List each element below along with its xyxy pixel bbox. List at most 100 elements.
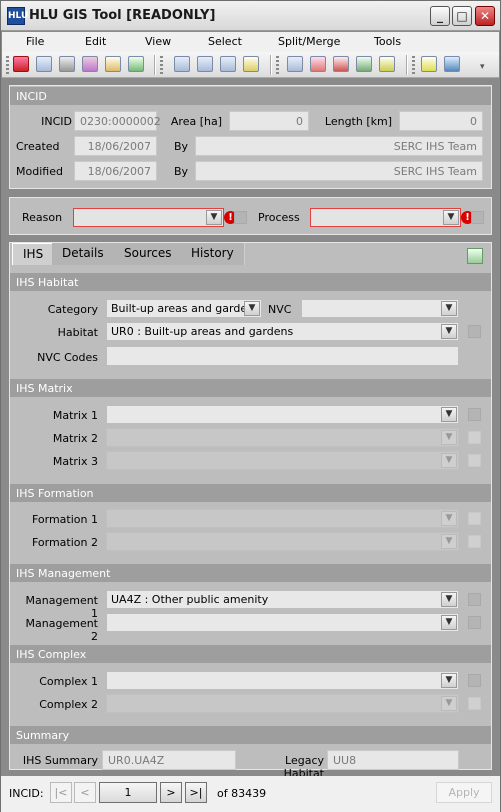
menu-edit[interactable]: Edit	[85, 35, 106, 48]
window-single-icon[interactable]	[174, 56, 190, 72]
chevron-down-icon[interactable]: ▼	[206, 210, 222, 225]
formation-2-checkbox[interactable]	[468, 535, 481, 548]
stop-edit-icon[interactable]	[13, 56, 29, 72]
apply-button[interactable]: Apply	[436, 782, 492, 803]
filter-icon[interactable]	[379, 56, 395, 72]
toolbar-overflow-icon[interactable]: ▾	[480, 62, 485, 72]
record-navigator: INCID: |< < 1 > >| of 83439 Apply	[1, 776, 500, 812]
tab-history[interactable]: History	[181, 243, 245, 265]
select-by-map-icon[interactable]	[310, 56, 326, 72]
reason-select[interactable]: ▼	[73, 208, 224, 227]
matrix-1-select[interactable]: ▼	[106, 405, 459, 424]
incid-field[interactable]: 0230:0000002	[74, 111, 161, 131]
title-bar[interactable]: HLU HLU GIS Tool [READONLY] _ □ ✕	[1, 1, 500, 31]
formation-1-select[interactable]: ▼	[106, 509, 459, 528]
chevron-down-icon[interactable]: ▼	[441, 301, 457, 316]
menu-select[interactable]: Select	[208, 35, 242, 48]
ihs-management-header: IHS Management	[10, 564, 491, 582]
created-date-field[interactable]: 18/06/2007	[74, 136, 157, 156]
chevron-down-icon[interactable]: ▼	[441, 673, 457, 688]
process-select[interactable]: ▼	[310, 208, 461, 227]
clear-selection-icon[interactable]	[333, 56, 349, 72]
toolbar-grip[interactable]	[6, 56, 9, 74]
toolbar-separator	[406, 55, 408, 75]
habitat-checkbox[interactable]	[468, 325, 481, 338]
matrix-3-select[interactable]: ▼	[106, 451, 459, 470]
last-record-button[interactable]: >|	[185, 782, 207, 803]
nvc-select[interactable]: ▼	[301, 299, 459, 318]
ihs-summary-label: IHS Summary	[22, 754, 98, 767]
menu-file[interactable]: File	[26, 35, 44, 48]
paste-icon[interactable]	[105, 56, 121, 72]
tab-details[interactable]: Details	[52, 243, 115, 265]
formation-2-select[interactable]: ▼	[106, 532, 459, 551]
ihs-summary-field[interactable]: UR0.UA4Z	[102, 750, 236, 770]
complex-1-checkbox[interactable]	[468, 674, 481, 687]
maximize-button[interactable]: □	[452, 6, 472, 26]
record-number-input[interactable]: 1	[99, 782, 157, 803]
tab-ihs[interactable]: IHS	[12, 243, 55, 265]
category-select[interactable]: Built-up areas and gardens ▼	[106, 299, 262, 318]
app-window: HLU HLU GIS Tool [READONLY] _ □ ✕ File E…	[0, 0, 501, 812]
table-icon[interactable]	[36, 56, 52, 72]
complex-2-checkbox[interactable]	[468, 697, 481, 710]
complex-1-select[interactable]: ▼	[106, 671, 459, 690]
matrix-1-checkbox[interactable]	[468, 408, 481, 421]
chevron-down-icon[interactable]: ▼	[441, 592, 457, 607]
reason-checkbox[interactable]	[234, 211, 247, 224]
toolbar-grip[interactable]	[276, 56, 279, 74]
export-icon[interactable]	[128, 56, 144, 72]
formation-1-checkbox[interactable]	[468, 512, 481, 525]
area-field[interactable]: 0	[229, 111, 309, 131]
modified-by-field[interactable]: SERC IHS Team	[195, 161, 483, 181]
menu-tools[interactable]: Tools	[374, 35, 401, 48]
zoom-to-selection-icon[interactable]	[243, 56, 259, 72]
menu-split-merge[interactable]: Split/Merge	[278, 35, 340, 48]
matrix-3-checkbox[interactable]	[468, 454, 481, 467]
complex-2-select[interactable]: ▼	[106, 694, 459, 713]
ihs-matrix-header: IHS Matrix	[10, 379, 491, 397]
created-by-field[interactable]: SERC IHS Team	[195, 136, 483, 156]
chevron-down-icon[interactable]: ▼	[441, 453, 457, 468]
habitat-select[interactable]: UR0 : Built-up areas and gardens ▼	[106, 322, 459, 341]
matrix-2-select[interactable]: ▼	[106, 428, 459, 447]
management-2-checkbox[interactable]	[468, 616, 481, 629]
nvc-label: NVC	[268, 303, 292, 316]
tab-sources[interactable]: Sources	[114, 243, 183, 265]
modified-date-field[interactable]: 18/06/2007	[74, 161, 157, 181]
close-button[interactable]: ✕	[475, 6, 495, 26]
next-record-button[interactable]: >	[160, 782, 182, 803]
length-field[interactable]: 0	[399, 111, 483, 131]
previous-record-button[interactable]: <	[74, 782, 96, 803]
chevron-down-icon[interactable]: ▼	[244, 301, 260, 316]
toolbar-grip[interactable]	[160, 56, 163, 74]
window-split-icon[interactable]	[197, 56, 213, 72]
zoom-extent-icon[interactable]	[444, 56, 460, 72]
matrix-2-checkbox[interactable]	[468, 431, 481, 444]
chevron-down-icon[interactable]: ▼	[441, 407, 457, 422]
nvc-codes-field[interactable]	[106, 346, 459, 366]
management-2-select[interactable]: ▼	[106, 613, 459, 632]
export-selection-icon[interactable]	[356, 56, 372, 72]
chevron-down-icon[interactable]: ▼	[441, 534, 457, 549]
management-1-select[interactable]: UA4Z : Other public amenity ▼	[106, 590, 459, 609]
chevron-down-icon[interactable]: ▼	[441, 511, 457, 526]
chevron-down-icon[interactable]: ▼	[441, 430, 457, 445]
window-cascade-icon[interactable]	[220, 56, 236, 72]
select-table-icon[interactable]	[287, 56, 303, 72]
first-record-button[interactable]: |<	[50, 782, 72, 803]
minimize-button[interactable]: _	[430, 6, 450, 26]
chevron-down-icon[interactable]: ▼	[441, 324, 457, 339]
chevron-down-icon[interactable]: ▼	[441, 615, 457, 630]
help-icon[interactable]	[467, 248, 483, 264]
process-checkbox[interactable]	[471, 211, 484, 224]
toolbar-grip[interactable]	[412, 56, 415, 74]
management-1-checkbox[interactable]	[468, 593, 481, 606]
highlight-icon[interactable]	[421, 56, 437, 72]
copy-icon[interactable]	[82, 56, 98, 72]
menu-view[interactable]: View	[145, 35, 171, 48]
legacy-habitat-field[interactable]: UU8	[327, 750, 459, 770]
wrench-icon[interactable]	[59, 56, 75, 72]
chevron-down-icon[interactable]: ▼	[443, 210, 459, 225]
chevron-down-icon[interactable]: ▼	[441, 696, 457, 711]
